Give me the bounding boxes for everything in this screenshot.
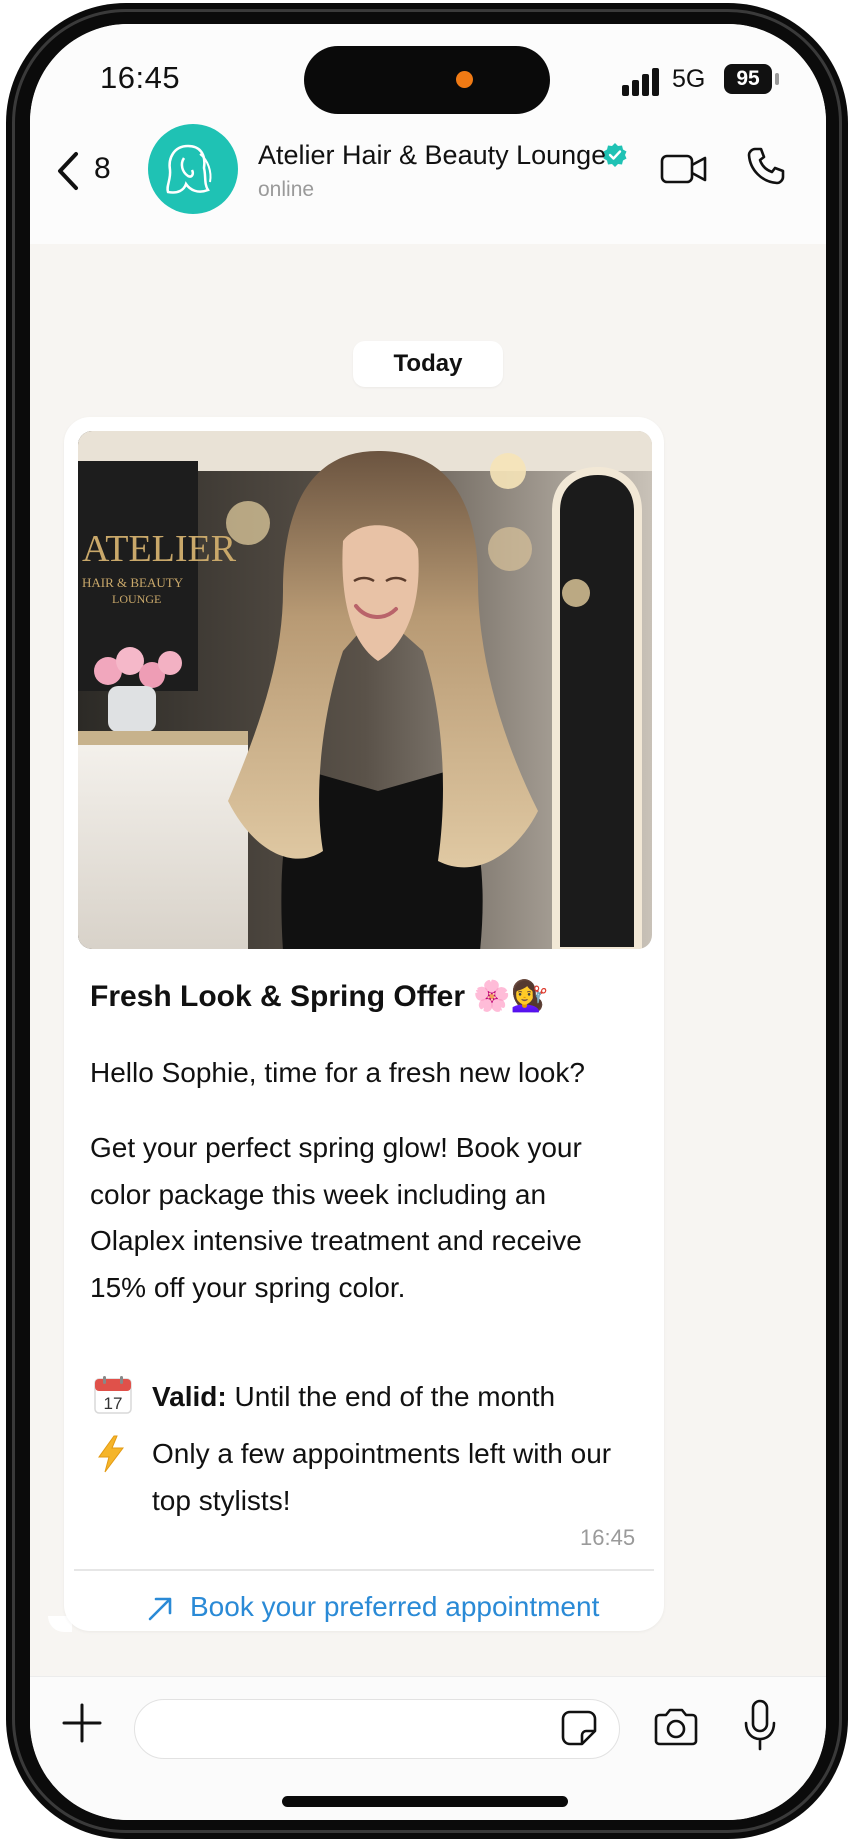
validity-label: Valid: bbox=[152, 1381, 227, 1412]
avatar[interactable] bbox=[148, 124, 238, 214]
message-bubble: ATELIER HAIR & BEAUTY LOUNGE Fresh Look … bbox=[64, 417, 664, 1631]
privacy-indicator-dot bbox=[456, 71, 473, 88]
validity-row: 17 Valid: Until the end of the month bbox=[90, 1375, 650, 1421]
home-indicator[interactable] bbox=[282, 1796, 568, 1807]
arrow-up-right-icon bbox=[148, 1597, 172, 1621]
photo-sign-sub: HAIR & BEAUTY bbox=[82, 575, 184, 590]
sticker-icon[interactable] bbox=[560, 1709, 598, 1747]
photo-sign-main: ATELIER bbox=[82, 528, 237, 570]
network-type: 5G bbox=[672, 65, 706, 93]
plus-icon[interactable] bbox=[62, 1703, 102, 1743]
bubble-divider bbox=[74, 1569, 654, 1571]
dynamic-island bbox=[304, 46, 550, 114]
calendar-icon-day: 17 bbox=[104, 1394, 123, 1413]
date-chip: Today bbox=[353, 341, 503, 387]
verified-icon bbox=[603, 143, 627, 167]
woman-silhouette-icon bbox=[166, 144, 212, 194]
lightning-icon bbox=[98, 1435, 124, 1473]
screen: 16:45 5G 95 8 Atelier Hair & Beauty Loun… bbox=[30, 24, 826, 1820]
salon-photo[interactable]: ATELIER HAIR & BEAUTY LOUNGE bbox=[78, 431, 652, 949]
validity-text: Valid: Until the end of the month bbox=[152, 1381, 555, 1413]
photo-sign-sub2: LOUNGE bbox=[112, 592, 161, 606]
phone-call-icon[interactable] bbox=[746, 146, 786, 186]
back-icon[interactable] bbox=[48, 146, 88, 196]
calendar-icon: 17 bbox=[94, 1376, 132, 1414]
message-body: Get your perfect spring glow! Book your … bbox=[90, 1132, 582, 1303]
battery-nub bbox=[775, 73, 779, 85]
video-call-icon[interactable] bbox=[660, 152, 708, 186]
book-appointment-label: Book your preferred appointment bbox=[190, 1591, 600, 1622]
microphone-icon[interactable] bbox=[742, 1699, 778, 1753]
message-greeting: Hello Sophie, time for a fresh new look? bbox=[90, 1057, 585, 1088]
book-appointment-button[interactable]: Book your preferred appointment bbox=[64, 1573, 664, 1637]
message-input[interactable] bbox=[134, 1699, 620, 1759]
status-bar: 16:45 5G 95 bbox=[30, 24, 826, 134]
validity-value: Until the end of the month bbox=[226, 1381, 556, 1412]
status-time: 16:45 bbox=[100, 60, 181, 95]
signal-icon bbox=[622, 66, 664, 96]
contact-status: online bbox=[258, 178, 315, 201]
camera-icon[interactable] bbox=[652, 1707, 700, 1747]
battery-icon: 95 bbox=[724, 64, 772, 94]
urgency-text: Only a few appointments left with our to… bbox=[152, 1438, 612, 1516]
contact-name[interactable]: Atelier Hair & Beauty Lounge bbox=[258, 140, 606, 171]
unread-count[interactable]: 8 bbox=[94, 152, 111, 186]
chat-header: 8 Atelier Hair & Beauty Lounge online bbox=[30, 124, 826, 244]
message-time: 16:45 bbox=[580, 1525, 636, 1550]
message-title: Fresh Look & Spring Offer 🌸💇‍♀️ bbox=[90, 980, 549, 1013]
